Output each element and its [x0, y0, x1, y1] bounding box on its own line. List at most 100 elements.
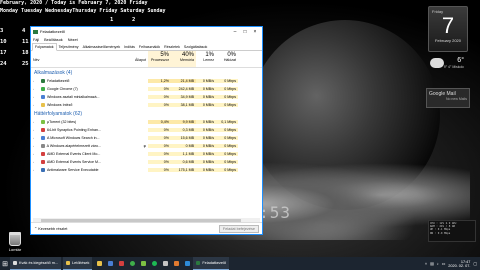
process-row[interactable]: › Windows Intéző 0% 38,1 MB 0 MB/s 0 Mbps	[31, 101, 262, 109]
column-memory[interactable]: 40% Memória	[171, 51, 196, 67]
taskbar-item-task-manager[interactable]: Feladatkezelő	[193, 257, 229, 270]
volume-icon[interactable]: ♪	[437, 262, 439, 266]
pinned-media[interactable]	[116, 257, 127, 270]
column-name[interactable]: Név	[31, 51, 103, 67]
task-manager-icon	[196, 261, 201, 265]
pinned-utorrent[interactable]	[138, 257, 149, 270]
calendar-day: 10	[0, 39, 7, 45]
menu-view[interactable]: Nézet	[68, 38, 78, 42]
expand-chevron-icon[interactable]: ›	[33, 144, 36, 148]
process-row[interactable]: › Google Chrome (7) 0% 242,4 MB 0 MB/s 0 Mbps	[31, 85, 262, 93]
app-icon	[163, 261, 169, 266]
start-button[interactable]: ⊞	[0, 257, 10, 270]
pinned-store[interactable]	[105, 257, 116, 270]
window-title: Feladatkezelő	[40, 29, 65, 34]
chevron-up-icon[interactable]: ˄	[425, 262, 427, 266]
process-cpu: 0%	[148, 152, 171, 156]
expand-chevron-icon[interactable]: ›	[33, 136, 36, 140]
column-network-label: Hálózat	[223, 58, 236, 62]
process-memory: 0 MB	[171, 144, 196, 148]
calendar-day: 1	[110, 17, 114, 23]
expand-chevron-icon[interactable]: ›	[33, 79, 36, 83]
group-apps[interactable]: Alkalmazások (4)	[31, 68, 262, 77]
notification-icon[interactable]: ▢	[473, 261, 477, 266]
process-network: 0 Mbps	[216, 152, 238, 156]
pinned-chrome[interactable]	[127, 257, 138, 270]
process-row[interactable]: › Windows asztali minialkalmazá... 0% 34,9 …	[31, 93, 262, 101]
pinned-app2[interactable]	[171, 257, 182, 270]
footer-bar: ⌃ Kevesebb részlet Feladat befejezése	[31, 222, 262, 234]
battery-icon[interactable]: ▭	[442, 261, 446, 266]
expand-chevron-icon[interactable]: ›	[33, 87, 36, 91]
tab-services[interactable]: Szolgáltatások	[182, 44, 209, 50]
pinned-explorer[interactable]	[94, 257, 105, 270]
process-row[interactable]: › µTorrent (32 bites) 0,4% 9,9 MB 0 MB/s 0,1 …	[31, 118, 262, 126]
taskbar-item-downloads[interactable]: Letöltések	[63, 257, 93, 270]
pinned-app3[interactable]	[182, 257, 193, 270]
maximize-button[interactable]: □	[240, 29, 250, 35]
expand-chevron-icon[interactable]: ›	[33, 95, 36, 99]
column-memory-label: Memória	[180, 58, 194, 62]
less-details-link[interactable]: Kevesebb részlet	[38, 227, 67, 231]
calendar-week-row: 12	[0, 15, 170, 26]
menu-file[interactable]: Fájl	[33, 38, 39, 42]
recycle-bin[interactable]: Lomtár	[3, 232, 27, 252]
end-task-button[interactable]: Feladat befejezése	[218, 224, 259, 233]
recycle-bin-label: Lomtár	[8, 247, 22, 252]
process-name-cell: › AMD External Events Service M...	[31, 160, 103, 164]
process-row[interactable]: › AMD External Events Service M... 0% 0,6 M…	[31, 158, 262, 166]
folder-icon	[97, 261, 103, 266]
task-manager-window: Feladatkezelő – □ × Fájl Beállítások Néz…	[30, 26, 263, 235]
pinned-app[interactable]	[160, 257, 171, 270]
process-disk: 0 MB/s	[196, 103, 216, 107]
taskbar-clock[interactable]: 17:47 2020. 02. 07.	[448, 260, 470, 268]
expand-chevron-icon[interactable]: ›	[33, 168, 36, 172]
tab-details[interactable]: Részletek	[162, 44, 182, 50]
column-headers: Név Állapot 5% Processzor 40% Memória 1% Le…	[31, 51, 262, 68]
store-icon	[108, 261, 114, 266]
network-icon[interactable]: ▤	[430, 261, 434, 266]
tab-users[interactable]: Felhasználók	[137, 44, 162, 50]
gmail-widget[interactable]: Google Mail No new Mails	[426, 88, 470, 108]
group-background[interactable]: Háttérfolyamatok (62)	[31, 109, 262, 118]
tab-processes[interactable]: Folyamatok	[32, 43, 57, 51]
menu-options[interactable]: Beállítások	[44, 38, 63, 42]
process-icon	[41, 152, 45, 156]
process-name: Windows Intéző	[47, 103, 73, 107]
system-tray: ˄ ▤ ♪ ▭ 17:47 2020. 02. 07. ▢	[425, 260, 480, 268]
process-cpu: 0%	[148, 136, 171, 140]
process-row[interactable]: › A Windows alapértelmezett záro... φ 0% 0 M…	[31, 142, 262, 150]
pinned-spotify[interactable]	[149, 257, 160, 270]
minimize-button[interactable]: –	[230, 29, 240, 35]
tab-app-history[interactable]: Alkalmazáselőzmények	[81, 44, 123, 50]
process-row[interactable]: › A Microsoft Windows Search in... 0% 15,6 …	[31, 134, 262, 142]
process-row[interactable]: › 64-bit Synaptics Pointing Enhan... 0% 0,3…	[31, 126, 262, 134]
process-network: 0 Mbps	[216, 79, 238, 83]
process-name: µTorrent (32 bites)	[47, 120, 77, 124]
process-name: AMD External Events Client Mo...	[47, 152, 101, 156]
expand-chevron-icon[interactable]: ›	[33, 103, 36, 107]
expand-chevron-icon[interactable]: ›	[33, 120, 36, 124]
column-status[interactable]: Állapot	[103, 51, 148, 67]
taskbar-item-browser[interactable]: Kvák és kiegészítő m...	[10, 257, 62, 270]
close-button[interactable]: ×	[250, 29, 260, 35]
process-memory: 21,4 MB	[171, 79, 196, 83]
process-cpu: 0%	[148, 160, 171, 164]
process-row[interactable]: › Feladatkezelő 1,2% 21,4 MB 0 MB/s 0 Mbps	[31, 77, 262, 85]
expand-chevron-icon[interactable]: ›	[33, 160, 36, 164]
tab-startup[interactable]: Indítás	[122, 44, 137, 50]
column-cpu[interactable]: 5% Processzor	[148, 51, 171, 67]
column-spacer	[238, 51, 264, 67]
process-name-cell: › A Windows alapértelmezett záro...	[31, 144, 103, 148]
column-network[interactable]: 0% Hálózat	[216, 51, 238, 67]
process-row[interactable]: › Antimalware Service Executable 0% 175,1 M…	[31, 166, 262, 174]
column-disk[interactable]: 1% Lemez	[196, 51, 216, 67]
expand-chevron-icon[interactable]: ›	[33, 152, 36, 156]
process-icon	[40, 160, 45, 164]
title-bar[interactable]: Feladatkezelő – □ ×	[31, 27, 262, 36]
calendar-day: 17	[0, 50, 7, 56]
expand-chevron-icon[interactable]: ›	[33, 128, 36, 132]
process-disk: 0 MB/s	[196, 128, 216, 132]
tab-performance[interactable]: Teljesítmény	[57, 44, 81, 50]
process-row[interactable]: › AMD External Events Client Mo... 0% 1,1 M…	[31, 150, 262, 158]
